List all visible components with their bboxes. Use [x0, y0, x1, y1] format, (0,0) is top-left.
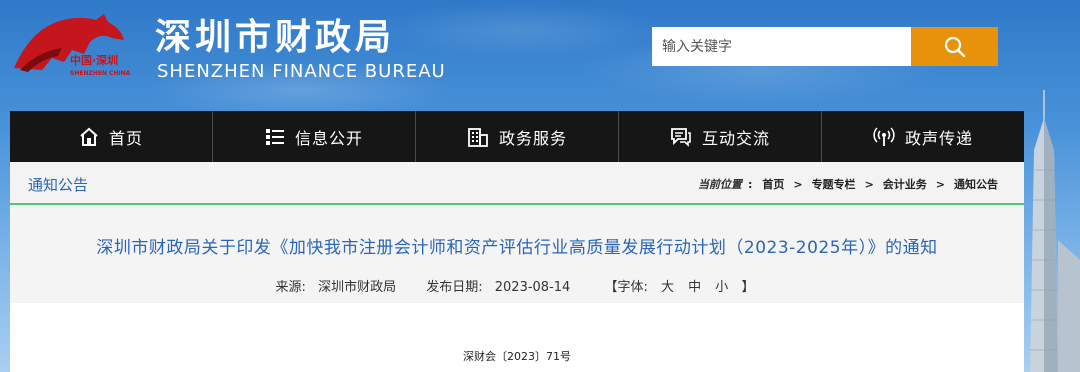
nav-item-interaction[interactable]: 互动交流	[619, 111, 822, 162]
nav-item-label: 政声传递	[904, 128, 973, 148]
current-location-label: 当前位置	[697, 178, 742, 191]
nav-item-label: 首页	[108, 128, 143, 148]
chevron-right-icon: >	[935, 177, 945, 191]
site-subtitle: SHENZHEN FINANCE BUREAU	[157, 61, 446, 82]
font-size-medium[interactable]: 中	[688, 280, 701, 295]
chevron-right-icon: >	[793, 177, 803, 191]
breadcrumb: 当前位置 : 首页 > 专题专栏 > 会计业务 > 通知公告	[698, 176, 998, 192]
search-icon	[944, 36, 965, 57]
article-header: 深圳市财政局关于印发《加快我市注册会计师和资产评估行业高质量发展行动计划（202…	[10, 205, 1024, 303]
main-nav: 首页 信息公开 政务服务 互动交流 政声传递	[10, 111, 1024, 162]
font-size-small[interactable]: 小	[715, 280, 728, 295]
breadcrumb-home[interactable]: 首页	[762, 176, 784, 192]
breadcrumb-topics[interactable]: 专题专栏	[812, 176, 856, 192]
document-number: 深财会〔2023〕71号	[463, 350, 571, 363]
breadcrumb-accounting[interactable]: 会计业务	[883, 176, 927, 192]
logo-text-cn: 中国·深圳	[70, 53, 118, 67]
breadcrumb-notices[interactable]: 通知公告	[954, 176, 998, 192]
nav-item-label: 互动交流	[701, 128, 770, 148]
site-title: 深圳市财政局	[155, 17, 396, 58]
site-logo[interactable]: 中国·深圳 SHENZHEN CHINA	[12, 10, 150, 80]
section-title: 通知公告	[28, 176, 89, 194]
home-icon	[80, 127, 98, 146]
nav-item-services[interactable]: 政务服务	[416, 111, 619, 162]
nav-item-info[interactable]: 信息公开	[213, 111, 416, 162]
search-button[interactable]	[911, 27, 998, 66]
font-size-label: 【字体:	[604, 280, 648, 295]
breadcrumb-bar: 通知公告 当前位置 : 首页 > 专题专栏 > 会计业务 > 通知公告	[10, 162, 1024, 205]
breadcrumb-colon: :	[747, 177, 753, 191]
source-value: 深圳市财政局	[318, 280, 397, 295]
chevron-right-icon: >	[864, 177, 874, 191]
building-icon	[468, 127, 488, 147]
nav-item-label: 信息公开	[294, 128, 363, 148]
font-size-control: 【字体: 大 中 小 】	[600, 280, 758, 295]
font-size-large[interactable]: 大	[661, 280, 674, 295]
list-icon	[265, 128, 284, 145]
article-title: 深圳市财政局关于印发《加快我市注册会计师和资产评估行业高质量发展行动计划（202…	[96, 238, 938, 258]
article-content: 深圳市财政局关于印发《加快我市注册会计师和资产评估行业高质量发展行动计划（202…	[10, 205, 1024, 372]
search-input[interactable]	[652, 27, 911, 66]
nav-item-label: 政务服务	[498, 128, 567, 148]
article-meta: 来源: 深圳市财政局 发布日期: 2023-08-14 【字体: 大 中 小 】	[10, 276, 1024, 295]
skyscraper-image	[1030, 90, 1080, 372]
date-value: 2023-08-14	[494, 280, 571, 295]
date-label: 发布日期:	[426, 280, 483, 295]
font-size-close: 】	[741, 280, 755, 295]
logo-text-en: SHENZHEN CHINA	[70, 70, 131, 77]
nav-item-home[interactable]: 首页	[10, 111, 213, 162]
nav-item-broadcast[interactable]: 政声传递	[822, 111, 1024, 162]
source-label: 来源:	[275, 280, 306, 295]
broadcast-icon	[873, 126, 895, 146]
chat-icon	[671, 127, 691, 147]
